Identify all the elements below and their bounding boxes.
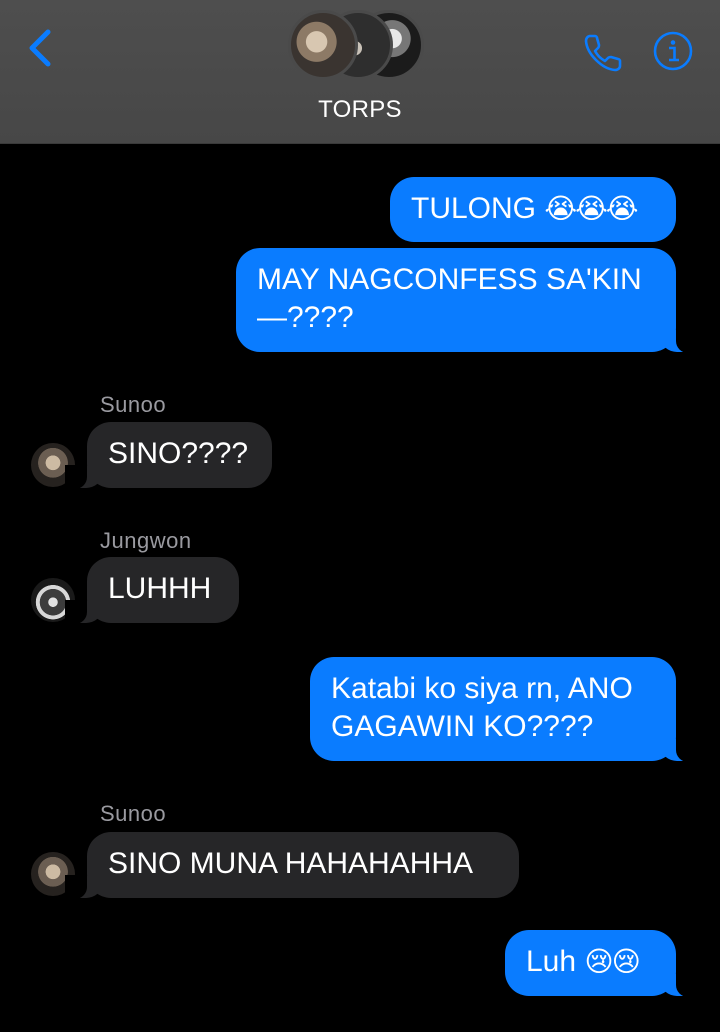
message-bubble-outgoing[interactable]: Katabi ko siya rn, ANO GAGAWIN KO???? — [310, 657, 698, 762]
call-button[interactable] — [582, 30, 626, 74]
phone-icon — [584, 34, 622, 72]
message-text: Katabi ko siya rn, ANO — [331, 672, 633, 705]
message-bubble-incoming[interactable]: SINO???? — [65, 422, 272, 489]
message-bubble-outgoing[interactable]: TULONG 😭😭😭 — [390, 177, 676, 242]
message-text: —???? — [257, 301, 354, 334]
sender-name: Jungwon — [100, 528, 192, 553]
emoji-crying: 😭😭😭 — [544, 193, 638, 224]
message-text: TULONG — [411, 192, 537, 225]
message-bubble-incoming[interactable]: SINO MUNA HAHAHAHHA — [65, 832, 519, 899]
emoji-crying: 😢😢 — [584, 946, 640, 977]
info-button[interactable] — [652, 30, 694, 72]
sender-name: Sunoo — [100, 801, 167, 826]
message-text: GAGAWIN KO???? — [331, 710, 594, 743]
message-text: SINO???? — [108, 437, 249, 470]
group-avatars[interactable] — [288, 10, 438, 82]
sender-name: Sunoo — [100, 392, 167, 417]
info-icon — [653, 31, 693, 71]
back-button[interactable] — [22, 28, 58, 68]
chevron-left-icon — [29, 29, 51, 67]
conversation-title[interactable]: TORPS — [0, 96, 720, 124]
chat-screen: TORPS TULONG 😭😭😭 MAY NAGCONFESS SA'KIN —… — [0, 0, 720, 1032]
message-text: SINO MUNA HAHAHAHHA — [108, 847, 474, 880]
message-text: LUHHH — [108, 572, 212, 605]
message-text: MAY NAGCONFESS SA'KIN — [257, 263, 642, 296]
chat-header: TORPS — [0, 0, 720, 144]
message-text: Luh — [526, 945, 577, 978]
message-bubble-outgoing[interactable]: MAY NAGCONFESS SA'KIN —???? — [236, 248, 698, 353]
message-bubble-outgoing[interactable]: Luh 😢😢 — [505, 930, 698, 997]
avatar — [288, 10, 358, 80]
message-bubble-incoming[interactable]: LUHHH — [65, 557, 239, 624]
